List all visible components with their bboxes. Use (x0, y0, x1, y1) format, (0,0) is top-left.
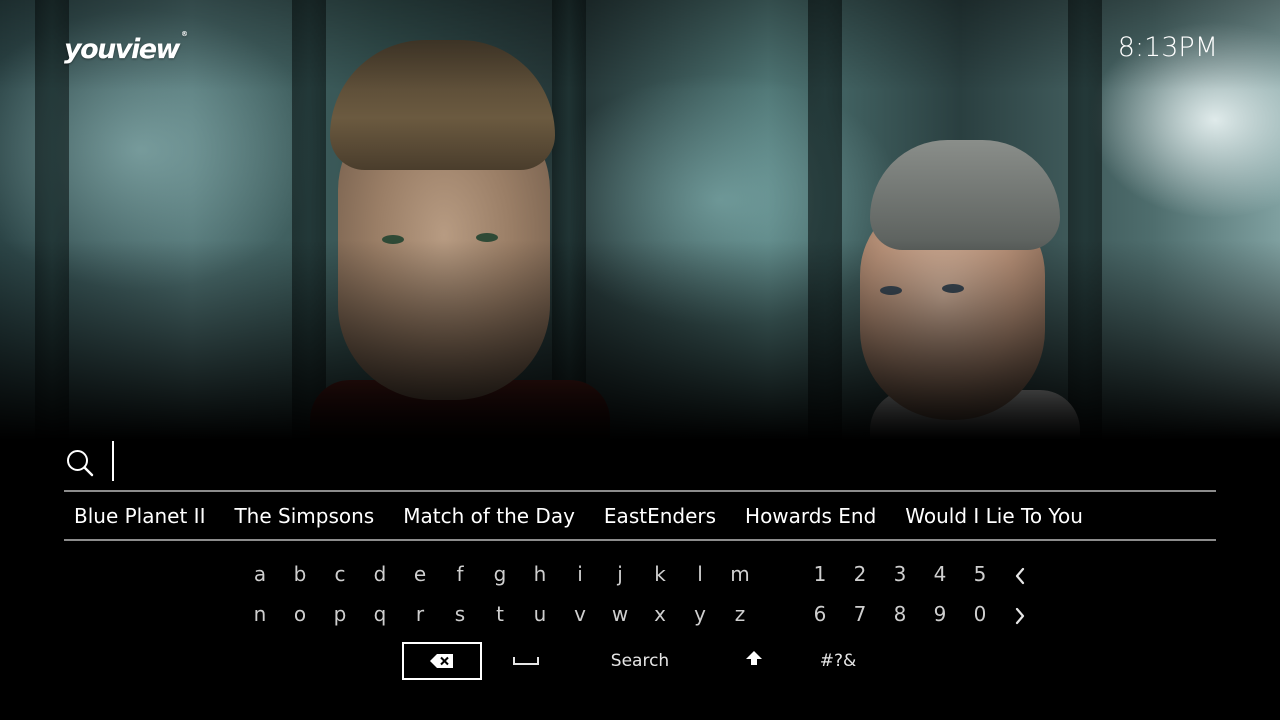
suggestion-item[interactable]: Match of the Day (393, 504, 585, 528)
key-p[interactable]: p (325, 599, 355, 629)
clock: 8:13PM (1117, 32, 1218, 63)
key-q[interactable]: q (365, 599, 395, 629)
key-2[interactable]: 2 (845, 559, 875, 589)
backspace-button[interactable] (402, 642, 482, 680)
divider (64, 539, 1216, 541)
chevron-right-icon[interactable] (1005, 599, 1035, 629)
key-6[interactable]: 6 (805, 599, 835, 629)
space-button[interactable] (504, 642, 548, 680)
suggestion-item[interactable]: EastEnders (594, 504, 726, 528)
key-o[interactable]: o (285, 599, 315, 629)
key-e[interactable]: e (405, 559, 435, 589)
backspace-icon (430, 653, 454, 673)
suggestion-item[interactable]: The Simpsons (224, 504, 384, 528)
key-f[interactable]: f (445, 559, 475, 589)
youview-logo: youview ® (64, 30, 188, 65)
shift-button[interactable] (734, 642, 774, 680)
key-w[interactable]: w (605, 599, 635, 629)
key-3[interactable]: 3 (885, 559, 915, 589)
key-i[interactable]: i (565, 559, 595, 589)
key-5[interactable]: 5 (965, 559, 995, 589)
key-8[interactable]: 8 (885, 599, 915, 629)
key-j[interactable]: j (605, 559, 635, 589)
space-icon (513, 651, 539, 671)
search-button[interactable]: Search (590, 642, 690, 680)
key-d[interactable]: d (365, 559, 395, 589)
key-a[interactable]: a (245, 559, 275, 589)
key-0[interactable]: 0 (965, 599, 995, 629)
key-m[interactable]: m (725, 559, 755, 589)
suggestion-item[interactable]: Howards End (735, 504, 886, 528)
suggestion-item[interactable]: Would I Lie To You (895, 504, 1093, 528)
key-7[interactable]: 7 (845, 599, 875, 629)
key-l[interactable]: l (685, 559, 715, 589)
symbols-button[interactable]: #?& (808, 642, 868, 680)
key-v[interactable]: v (565, 599, 595, 629)
text-cursor (112, 441, 114, 481)
search-icon (66, 449, 94, 477)
key-b[interactable]: b (285, 559, 315, 589)
key-1[interactable]: 1 (805, 559, 835, 589)
shift-icon (745, 651, 763, 671)
key-n[interactable]: n (245, 599, 275, 629)
key-z[interactable]: z (725, 599, 755, 629)
key-4[interactable]: 4 (925, 559, 955, 589)
suggestion-item[interactable]: Blue Planet II (64, 504, 215, 528)
key-y[interactable]: y (685, 599, 715, 629)
key-u[interactable]: u (525, 599, 555, 629)
key-x[interactable]: x (645, 599, 675, 629)
hero-image (0, 0, 1280, 440)
key-s[interactable]: s (445, 599, 475, 629)
key-9[interactable]: 9 (925, 599, 955, 629)
key-h[interactable]: h (525, 559, 555, 589)
key-c[interactable]: c (325, 559, 355, 589)
key-k[interactable]: k (645, 559, 675, 589)
suggestions-row: Blue Planet II The Simpsons Match of the… (64, 492, 1102, 539)
chevron-left-icon[interactable] (1005, 559, 1035, 589)
search-input[interactable] (112, 441, 1012, 481)
key-t[interactable]: t (485, 599, 515, 629)
key-g[interactable]: g (485, 559, 515, 589)
key-r[interactable]: r (405, 599, 435, 629)
